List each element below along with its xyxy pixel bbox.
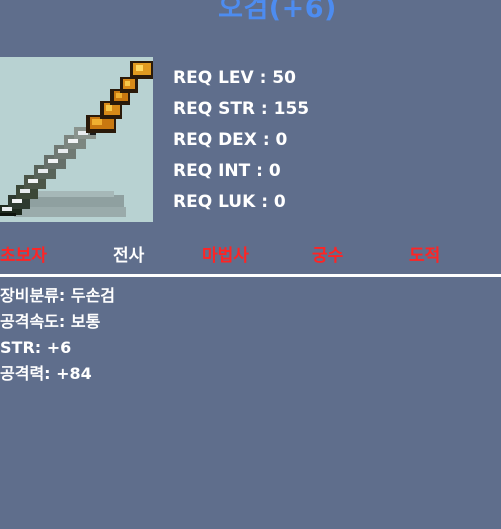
job-warrior: 전사: [113, 246, 145, 266]
req-int: REQ INT : 0: [173, 161, 281, 181]
requirements-list: REQ LEV : 50 REQ STR : 155 REQ DEX : 0 R…: [173, 63, 309, 218]
item-icon-frame: [0, 57, 153, 222]
divider: [0, 274, 501, 277]
req-dex: REQ DEX : 0: [173, 130, 288, 150]
job-bowman: 궁수: [312, 246, 344, 266]
sword-icon: [0, 61, 153, 217]
job-list: 초보자 전사 마법사 궁수 도적: [0, 239, 501, 269]
stat-attack-speed: 공격속도: 보통: [0, 312, 101, 331]
req-str: REQ STR : 155: [173, 99, 310, 119]
req-level: REQ LEV : 50: [173, 68, 296, 88]
req-luk: REQ LUK : 0: [173, 192, 286, 212]
stat-attack: 공격력: +84: [0, 364, 92, 383]
job-beginner: 초보자: [0, 246, 47, 266]
job-thief: 도적: [409, 246, 441, 266]
item-title: 오검(+6): [218, 0, 337, 24]
stat-category: 장비분류: 두손검: [0, 286, 116, 305]
job-magician: 마법사: [202, 246, 249, 266]
item-stats: 장비분류: 두손검 공격속도: 보통 STR: +6 공격력: +84: [0, 283, 115, 387]
item-tooltip: 오검(+6) REQ LEV: 50 REQ STR: 155 REQ DE…: [0, 0, 501, 529]
stat-str: STR: +6: [0, 338, 72, 357]
